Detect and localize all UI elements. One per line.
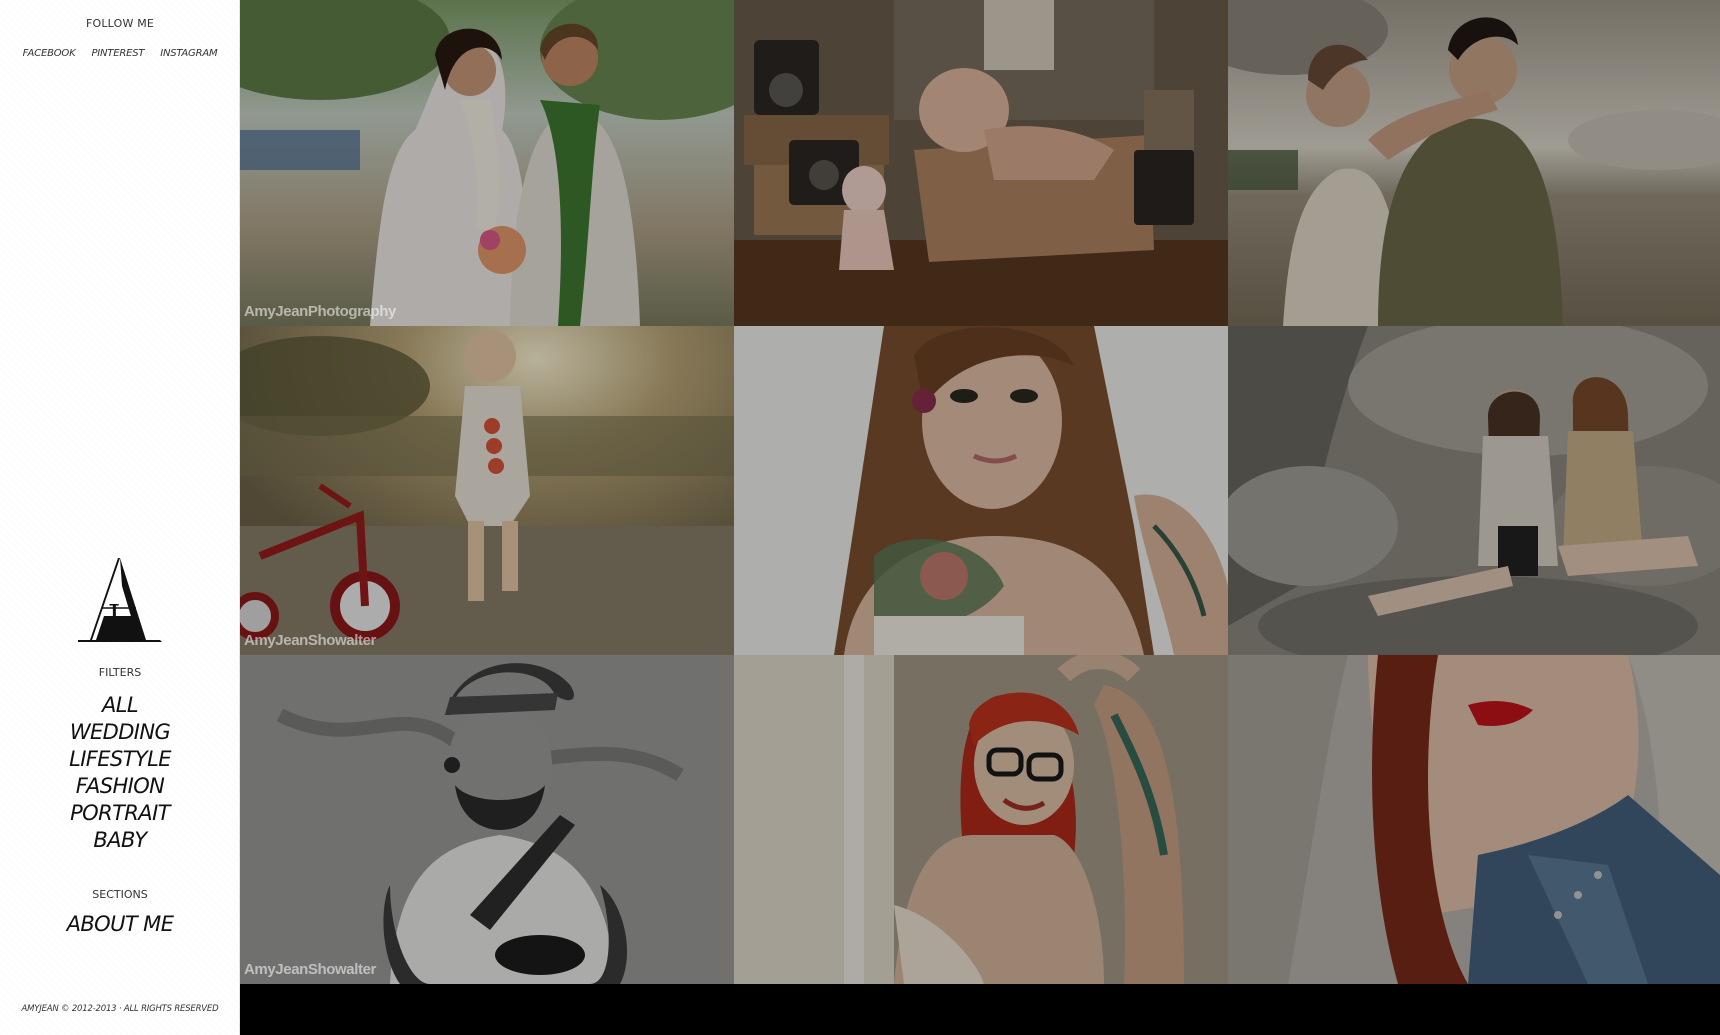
filter-portrait[interactable]: PORTRAIT [0,800,240,827]
filter-lifestyle[interactable]: LIFESTYLE [0,746,240,773]
dim-overlay [1228,326,1720,655]
social-links: FACEBOOK PINTEREST INSTAGRAM [0,48,240,59]
photo-gallery: AmyJeanPhotography AmyJeanShowalter AmyJ… [240,0,1720,984]
gallery-photo-redhead-glasses[interactable] [734,655,1228,984]
sections-heading: SECTIONS [92,888,148,901]
pinterest-link[interactable]: PINTEREST [91,48,144,59]
about-me-link[interactable]: ABOUT ME [0,912,240,936]
dim-overlay [1228,0,1720,326]
follow-me-heading: FOLLOW ME [85,17,155,30]
photo-watermark: AmyJeanShowalter [244,961,376,978]
filters-list: ALL WEDDING LIFESTYLE FASHION PORTRAIT B… [0,692,240,854]
dim-overlay [734,326,1228,655]
filter-fashion[interactable]: FASHION [0,773,240,800]
dim-overlay [1228,655,1720,984]
aj-logo[interactable]: J [76,556,164,644]
gallery-photo-toddler-tricycle[interactable]: AmyJeanShowalter [240,326,734,655]
dim-overlay [240,655,734,984]
copyright-text: AMYJEAN © 2012-2013 · ALL RIGHTS RESERVE… [21,1004,219,1014]
dim-overlay [734,655,1228,984]
instagram-link[interactable]: INSTAGRAM [160,48,217,59]
gallery-photo-red-lips-denim[interactable] [1228,655,1720,984]
filter-wedding[interactable]: WEDDING [0,719,240,746]
gallery-photo-bearded-man[interactable]: AmyJeanShowalter [240,655,734,984]
bottom-bar [240,984,1720,1035]
facebook-link[interactable]: FACEBOOK [23,48,76,59]
gallery-photo-beach-couple[interactable] [1228,0,1720,326]
dim-overlay [240,0,734,326]
gallery-photo-tattoo-portrait[interactable] [734,326,1228,655]
gallery-photo-baby-suitcase[interactable] [734,0,1228,326]
photo-watermark: AmyJeanPhotography [244,303,396,320]
photo-watermark: AmyJeanShowalter [244,632,376,649]
sidebar: FOLLOW ME FACEBOOK PINTEREST INSTAGRAM J… [0,0,240,1035]
dim-overlay [240,326,734,655]
filters-heading: FILTERS [98,666,142,679]
filter-all[interactable]: ALL [0,692,240,719]
gallery-photo-girls-on-rocks[interactable] [1228,326,1720,655]
filter-baby[interactable]: BABY [0,827,240,854]
svg-text:J: J [105,599,120,634]
dim-overlay [734,0,1228,326]
gallery-photo-wedding-couple[interactable]: AmyJeanPhotography [240,0,734,326]
